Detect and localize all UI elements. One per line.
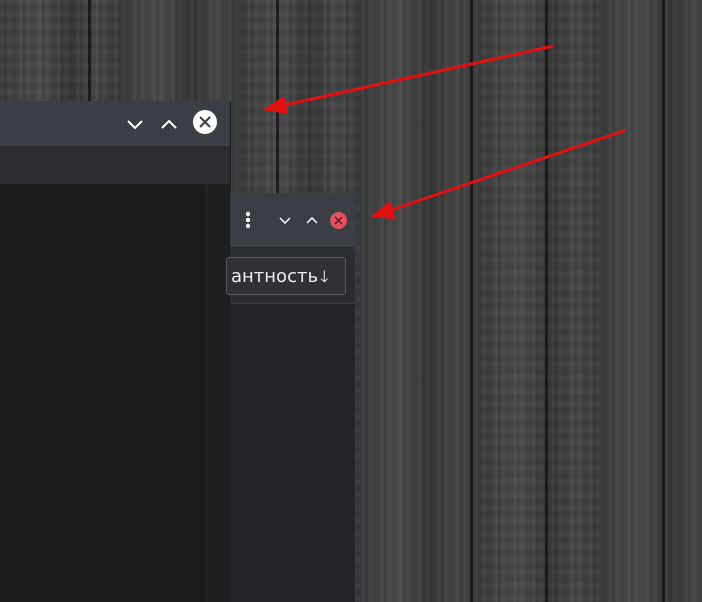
window-small: антность 🡓 bbox=[226, 193, 355, 602]
window-small-titlebar[interactable] bbox=[230, 193, 355, 247]
chevron-down-icon bbox=[127, 120, 143, 130]
vertical-dots-icon bbox=[245, 211, 251, 229]
arrow-down-icon: 🡓 bbox=[320, 267, 329, 286]
window-large bbox=[0, 101, 231, 602]
window-large-titlebar[interactable] bbox=[0, 101, 230, 146]
minimize-button[interactable] bbox=[124, 113, 146, 135]
window-large-content bbox=[0, 185, 206, 602]
minimize-button[interactable] bbox=[277, 212, 293, 228]
scrollbar-track[interactable] bbox=[206, 185, 231, 602]
window-large-toolbar bbox=[0, 146, 230, 185]
sort-button[interactable]: антность 🡓 bbox=[226, 257, 346, 295]
wood-plank bbox=[480, 0, 600, 602]
plank-seam bbox=[470, 0, 473, 602]
sort-button-label: антность bbox=[231, 266, 319, 287]
chevron-up-icon bbox=[161, 119, 177, 129]
maximize-button[interactable] bbox=[158, 113, 180, 135]
plank-seam bbox=[662, 0, 665, 602]
window-small-content bbox=[230, 304, 355, 602]
plank-seam bbox=[545, 0, 548, 602]
close-icon bbox=[199, 116, 211, 128]
close-button[interactable] bbox=[193, 110, 217, 134]
close-icon bbox=[334, 216, 343, 225]
menu-button[interactable] bbox=[241, 207, 255, 233]
close-button[interactable] bbox=[330, 212, 347, 229]
chevron-up-icon bbox=[306, 216, 318, 224]
chevron-down-icon bbox=[279, 217, 291, 224]
maximize-button[interactable] bbox=[304, 212, 320, 228]
sort-toolbar: антность 🡓 bbox=[226, 247, 355, 304]
